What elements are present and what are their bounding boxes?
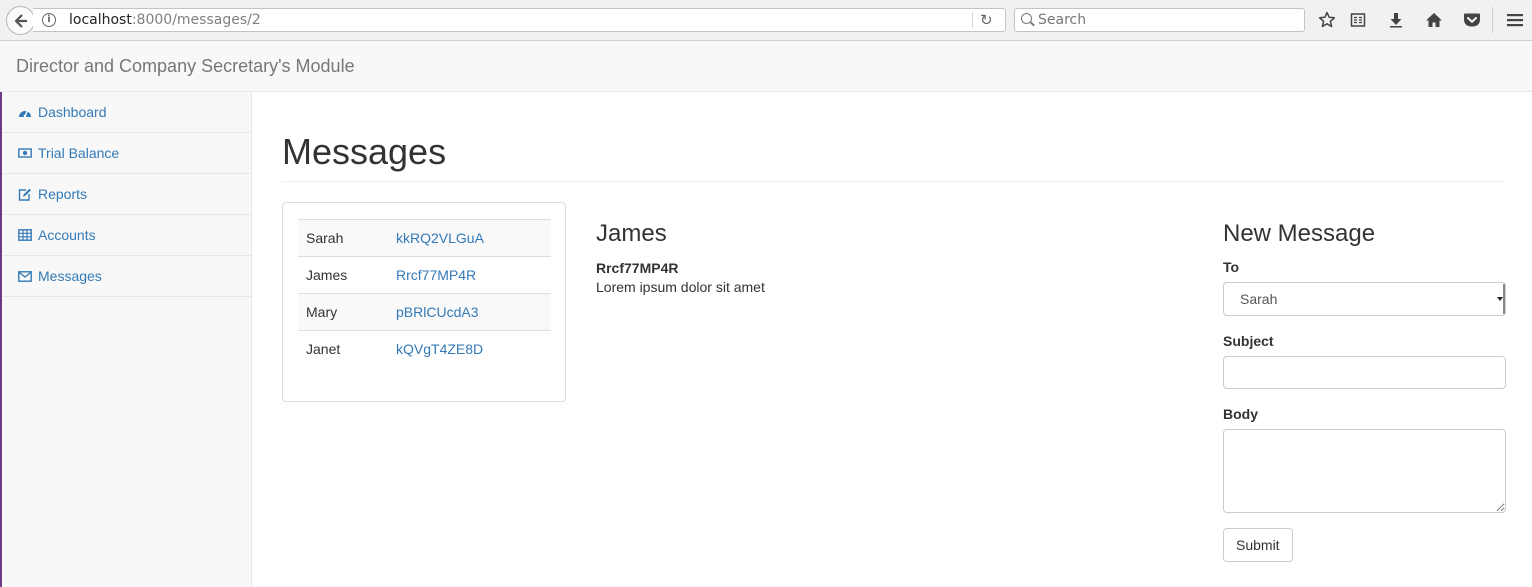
title-divider	[282, 181, 1506, 182]
new-message-form: New Message To Sarah Subject Body Submit	[1223, 220, 1506, 562]
url-path: :8000/messages/2	[131, 12, 261, 28]
edit-icon	[18, 188, 31, 201]
reading-list-icon[interactable]	[1347, 9, 1369, 31]
chevron-down-icon	[1497, 284, 1505, 314]
search-input[interactable]	[1038, 11, 1298, 29]
search-bar[interactable]	[1014, 8, 1305, 32]
sidebar-item-messages[interactable]: Messages	[2, 256, 251, 297]
app-navbar: Director and Company Secretary's Module	[0, 41, 1532, 92]
browser-toolbar: i localhost:8000/messages/2 ↻	[0, 0, 1532, 41]
body-textarea[interactable]	[1223, 429, 1506, 513]
sidebar: Dashboard Trial Balance Reports Accounts…	[0, 92, 252, 587]
message-sender: Mary	[298, 293, 388, 331]
to-select[interactable]: Sarah	[1223, 282, 1506, 316]
sidebar-item-label: Trial Balance	[38, 145, 120, 161]
envelope-icon	[18, 270, 32, 282]
search-icon	[1021, 13, 1032, 24]
toolbar-separator	[1492, 7, 1493, 33]
hamburger-menu-icon[interactable]	[1504, 9, 1526, 31]
table-row[interactable]: Sarah kkRQ2VLGuA	[298, 219, 551, 257]
to-label: To	[1223, 259, 1240, 275]
sidebar-item-trial-balance[interactable]: Trial Balance	[2, 133, 251, 174]
table-row[interactable]: Janet kQVgT4ZE8D	[298, 330, 551, 368]
navbar-brand[interactable]: Director and Company Secretary's Module	[16, 56, 355, 77]
sidebar-item-label: Accounts	[38, 227, 96, 243]
sidebar-item-reports[interactable]: Reports	[2, 174, 251, 215]
pocket-icon[interactable]	[1461, 9, 1483, 31]
url-bar[interactable]: i localhost:8000/messages/2 ↻	[33, 8, 1006, 32]
form-title: New Message	[1223, 220, 1376, 247]
detail-body: Lorem ipsum dolor sit amet	[596, 279, 765, 295]
table-row[interactable]: James Rrcf77MP4R	[298, 256, 551, 294]
sidebar-item-dashboard[interactable]: Dashboard	[2, 92, 251, 133]
message-subject-link[interactable]: kQVgT4ZE8D	[388, 330, 551, 368]
reload-icon[interactable]: ↻	[980, 11, 993, 29]
sidebar-item-label: Dashboard	[38, 104, 107, 120]
message-table: Sarah kkRQ2VLGuA James Rrcf77MP4R Mary p…	[298, 219, 551, 368]
back-button[interactable]	[6, 6, 35, 35]
sidebar-item-label: Messages	[38, 268, 102, 284]
message-list-panel: Sarah kkRQ2VLGuA James Rrcf77MP4R Mary p…	[282, 202, 566, 402]
download-icon[interactable]	[1385, 9, 1407, 31]
submit-button[interactable]: Submit	[1223, 528, 1293, 562]
detail-sender: James	[596, 220, 667, 247]
subject-label: Subject	[1223, 333, 1274, 349]
money-icon	[18, 148, 32, 158]
message-subject-link[interactable]: pBRlCUcdA3	[388, 293, 551, 331]
subject-input[interactable]	[1223, 356, 1506, 389]
detail-subject: Rrcf77MP4R	[596, 260, 679, 276]
message-sender: Janet	[298, 330, 388, 368]
info-icon[interactable]: i	[42, 13, 56, 27]
page-title: Messages	[282, 131, 447, 172]
url-separator	[972, 12, 973, 28]
message-sender: Sarah	[298, 219, 388, 257]
table-icon	[18, 229, 32, 241]
sidebar-item-label: Reports	[38, 186, 88, 202]
url-text[interactable]: localhost:8000/messages/2	[69, 12, 261, 28]
message-sender: James	[298, 256, 388, 294]
sidebar-item-accounts[interactable]: Accounts	[2, 215, 251, 256]
dashboard-icon	[19, 109, 31, 118]
body-label: Body	[1223, 406, 1258, 422]
url-host: localhost	[69, 12, 132, 28]
table-row[interactable]: Mary pBRlCUcdA3	[298, 293, 551, 331]
to-selected-value: Sarah	[1240, 291, 1278, 307]
bookmark-star-icon[interactable]	[1316, 9, 1338, 31]
message-subject-link[interactable]: kkRQ2VLGuA	[388, 219, 551, 257]
message-subject-link[interactable]: Rrcf77MP4R	[388, 256, 551, 294]
message-detail: James Rrcf77MP4R Lorem ipsum dolor sit a…	[596, 220, 1156, 295]
home-icon[interactable]	[1423, 9, 1445, 31]
back-arrow-icon	[14, 13, 27, 28]
